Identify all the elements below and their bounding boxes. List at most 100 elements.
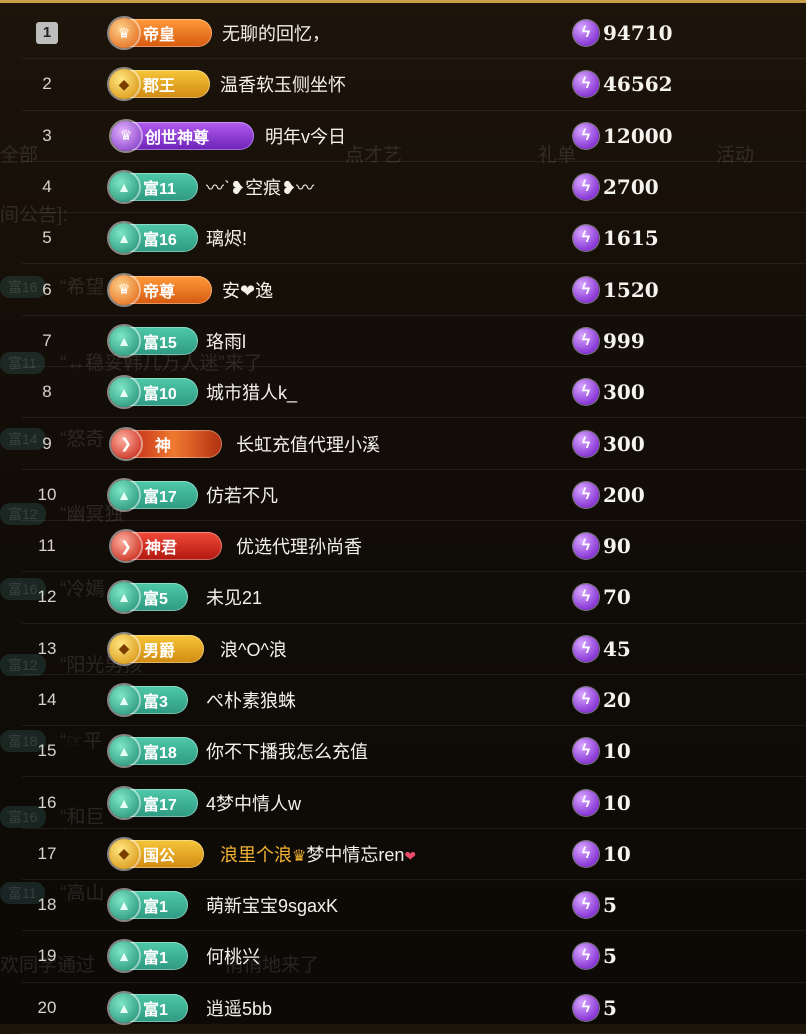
score: ϟ 46562: [573, 71, 673, 98]
ranking-row[interactable]: 15 ▲ 富18 你不下播我怎么充值 ϟ 10: [22, 726, 806, 778]
ranking-row[interactable]: 12 ▲ 富5 未见21 ϟ 70: [22, 572, 806, 624]
score: ϟ5: [573, 892, 617, 919]
ranking-row[interactable]: 16 ▲ 富17 4梦中情人w ϟ 10: [22, 777, 806, 829]
rank-number: 16: [37, 792, 57, 812]
lightning-icon: ϟ: [573, 481, 599, 508]
lightning-icon: ϟ: [573, 635, 599, 662]
triangle-icon: ▲: [109, 325, 139, 356]
rich-level-badge: ▲ 富17: [109, 787, 198, 818]
rich-level-badge: ▲ 富5: [109, 582, 188, 613]
lightning-icon: ϟ: [573, 122, 599, 149]
rank-number: 4: [42, 177, 52, 197]
user-name: 明年v今日: [265, 126, 346, 147]
rich-level-badge: ▲ 富16: [109, 223, 198, 254]
lightning-icon: ϟ: [573, 738, 599, 765]
score: ϟ 10: [573, 840, 631, 867]
lightning-icon: ϟ: [573, 687, 599, 713]
triangle-icon: ▲: [109, 685, 139, 715]
triangle-icon: ▲: [109, 992, 139, 1023]
score: ϟ 1615: [573, 225, 659, 252]
rank-number: 20: [37, 997, 57, 1017]
user-name: 浪^O^浪: [220, 639, 287, 660]
ranking-row[interactable]: 20 ▲ 富1 逍遥5bb ϟ5: [22, 983, 806, 1034]
rank-number: 19: [37, 946, 57, 966]
ranking-row[interactable]: 11 ❯ 神君 优选代理孙尚香 ϟ 90: [22, 521, 806, 573]
rank-number: 15: [37, 741, 57, 761]
noble-badge: ♛ 帝皇: [109, 18, 212, 49]
ranking-row[interactable]: 3 ♛ 创世神尊 明年v今日 ϟ 12000: [22, 111, 806, 162]
user-name: 长虹充值代理小溪: [236, 434, 380, 455]
ranking-row[interactable]: 1 ♛ 帝皇 无聊的回忆， ϟ 94710: [22, 8, 806, 60]
lightning-icon: ϟ: [573, 20, 599, 47]
score: ϟ 70: [573, 584, 631, 611]
triangle-icon: ▲: [109, 787, 139, 818]
user-name: 无聊的回忆，: [222, 24, 330, 45]
rank-number: 14: [37, 690, 57, 709]
triangle-icon: ▲: [109, 890, 139, 921]
rank-number: 5: [42, 228, 52, 248]
rich-level-badge: ▲ 富18: [109, 736, 198, 767]
ranking-row[interactable]: 13 ◆ 男爵 浪^O^浪 ϟ 45: [22, 624, 806, 675]
rich-level-badge: ▲ 富11: [109, 172, 198, 203]
user-name: 安❤逸: [222, 280, 274, 301]
score: ϟ 12000: [573, 122, 673, 149]
user-name: ぺ朴素狼蛛: [206, 691, 296, 711]
ranking-row[interactable]: 10 ▲ 富17 仿若不凡 ϟ 200: [22, 470, 806, 521]
ranking-row[interactable]: 17 ◆ 国公 浪里个浪♛梦中情忘ren❤ ϟ 10: [22, 829, 806, 881]
lightning-icon: ϟ: [573, 430, 599, 457]
score: ϟ 10: [573, 789, 631, 816]
ranking-row[interactable]: 6 ♛ 帝尊 安❤逸 ϟ 1520: [22, 264, 806, 316]
ranking-row[interactable]: 7 ▲ 富15 珞雨l ϟ 999: [22, 316, 806, 368]
lightning-icon: ϟ: [573, 943, 599, 970]
user-name: 未见21: [206, 588, 263, 609]
rank-number: 7: [42, 330, 52, 350]
rich-level-badge: ▲ 富10: [109, 377, 198, 408]
noble-badge: ♛ 帝尊: [109, 274, 212, 305]
crown-icon: ♛: [109, 18, 139, 49]
score: ϟ5: [573, 943, 617, 970]
ranking-row[interactable]: 19 ▲ 富1 何桃兴 ϟ5: [22, 931, 806, 983]
noble-badge: ♛ 创世神尊: [111, 120, 254, 151]
ranking-row[interactable]: 2 ◆ 郡王 温香软玉侧坐怀 ϟ 46562: [22, 59, 806, 111]
ranking-row[interactable]: 18 ▲ 富1 萌新宝宝9sgaxK ϟ5: [22, 880, 806, 932]
user-name: 4梦中情人w: [206, 793, 302, 814]
lightning-icon: ϟ: [573, 533, 599, 560]
rank-number: 13: [37, 638, 57, 658]
rich-level-badge: ▲ 富15: [109, 325, 198, 356]
user-name: 何桃兴: [206, 947, 260, 968]
lightning-icon: ϟ: [573, 840, 599, 867]
ranking-row[interactable]: 5 ▲ 富16 璃烬! ϟ 1615: [22, 213, 806, 265]
score: ϟ 300: [573, 430, 645, 457]
user-name: 仿若不凡: [206, 485, 278, 506]
contribution-ranking-list: 1 ♛ 帝皇 无聊的回忆， ϟ 94710 2 ◆ 郡王 温香软玉侧坐怀 ϟ 46562…: [22, 8, 806, 1034]
score: ϟ 20: [573, 687, 631, 713]
score: ϟ 90: [573, 533, 631, 560]
diamond-icon: ◆: [109, 633, 139, 664]
noble-badge: ◆ 郡王: [109, 69, 210, 100]
top-accent-line: [0, 0, 806, 3]
score: ϟ 45: [573, 635, 631, 662]
triangle-icon: ▲: [109, 941, 139, 972]
triangle-icon: ▲: [109, 172, 139, 203]
triangle-icon: ▲: [109, 479, 139, 510]
rank-number: 10: [37, 484, 57, 504]
user-name: 城市猎人k_: [206, 383, 298, 404]
ranking-row[interactable]: 14 ▲ 富3 ぺ朴素狼蛛 ϟ 20: [22, 675, 806, 727]
rank-number: 18: [37, 895, 57, 915]
ranking-row[interactable]: 4 ▲ 富11 〰ˋ❥空痕❥〰 ϟ 2700: [22, 162, 806, 214]
lightning-icon: ϟ: [573, 327, 599, 354]
user-name: 温香软玉侧坐怀: [220, 75, 346, 96]
lightning-icon: ϟ: [573, 225, 599, 252]
rank-number: 8: [42, 382, 52, 402]
lightning-icon: ϟ: [573, 994, 599, 1021]
user-name: 优选代理孙尚香: [236, 537, 362, 558]
triangle-icon: ▲: [109, 223, 139, 254]
user-name: 珞雨l: [206, 331, 246, 352]
score: ϟ 300: [573, 379, 645, 406]
ranking-row[interactable]: 9 ❯ 神 长虹充值代理小溪 ϟ 300: [22, 418, 806, 470]
score: ϟ 999: [573, 327, 645, 354]
ranking-row[interactable]: 8 ▲ 富10 城市猎人k_ ϟ 300: [22, 367, 806, 419]
rank-number: 1: [36, 22, 58, 45]
broken-heart-icon: ❤: [404, 847, 417, 864]
chevron-icon: ❯: [111, 531, 141, 562]
